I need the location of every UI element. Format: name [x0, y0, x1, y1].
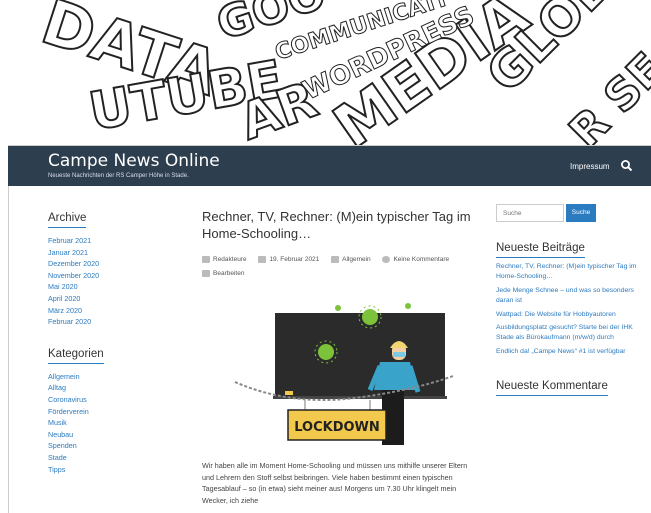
recent-posts-title: Neueste Beiträge [496, 242, 585, 258]
recent-post-item[interactable]: Wattpad: Die Website für Hobbyautoren [496, 310, 646, 320]
post-author[interactable]: Redakteure [202, 255, 247, 263]
search-input[interactable] [496, 204, 564, 222]
archive-item[interactable]: Februar 2021 [48, 235, 158, 247]
post-comments[interactable]: Keine Kommentare [382, 255, 449, 263]
right-sidebar: Suche Neueste Beiträge Rechner, TV, Rech… [496, 204, 646, 400]
post-title[interactable]: Rechner, TV, Rechner: (M)ein typischer T… [202, 208, 474, 242]
archive-item[interactable]: Dezember 2020 [48, 258, 158, 270]
search-icon[interactable] [620, 159, 634, 173]
post-edit-text[interactable]: Bearbeiten [213, 270, 244, 277]
post-category[interactable]: Allgemein [331, 255, 371, 263]
search-button[interactable]: Suche [566, 204, 596, 222]
banner-word-se: R SE [560, 43, 651, 146]
archive-item[interactable]: Mai 2020 [48, 281, 158, 293]
category-item[interactable]: Spenden [48, 440, 158, 452]
post-author-name[interactable]: Redakteure [213, 256, 247, 263]
calendar-icon [258, 255, 267, 263]
categories-list: Allgemein Alltag Coronavirus Förderverei… [48, 371, 158, 475]
category-item[interactable]: Tipps [48, 464, 158, 476]
nav-impressum-link[interactable]: Impressum [570, 162, 610, 171]
archive-title: Archive [48, 212, 87, 228]
post-featured-image: LOCKDOWN [230, 300, 460, 465]
site-description: Neueste Nachrichten der RS Camper Höhe i… [48, 173, 189, 179]
user-icon [202, 255, 210, 263]
recent-posts-list: Rechner, TV, Rechner: (M)ein typischer T… [496, 262, 646, 357]
main-content: Rechner, TV, Rechner: (M)ein typischer T… [202, 208, 474, 505]
post-excerpt: Wir haben alle im Moment Home-Schooling … [202, 461, 468, 505]
archive-item[interactable]: April 2020 [48, 293, 158, 305]
recent-post-item[interactable]: Rechner, TV, Rechner: (M)ein typischer T… [496, 262, 646, 283]
post-date-text[interactable]: 19. Februar 2021 [269, 256, 319, 263]
recent-comments-title: Neueste Kommentare [496, 380, 608, 397]
search-form: Suche [496, 204, 646, 222]
recent-post-item[interactable]: Jede Menge Schnee – und was so besonders… [496, 286, 646, 307]
archive-list: Februar 2021 Januar 2021 Dezember 2020 N… [48, 235, 158, 328]
category-item[interactable]: Neubau [48, 429, 158, 441]
category-item[interactable]: Allgemein [48, 371, 158, 383]
recent-post-item[interactable]: Endlich da! „Campe News“ #1 ist verfügba… [496, 347, 646, 357]
category-item[interactable]: Stade [48, 452, 158, 464]
header-banner-image: DATA GOO UTUBE AR MEDIA GLOB R SE COMMUN… [8, 0, 651, 146]
folder-icon [331, 255, 340, 263]
category-item[interactable]: Förderverein [48, 406, 158, 418]
category-item[interactable]: Musik [48, 417, 158, 429]
page-border [8, 186, 9, 513]
comment-icon [382, 255, 391, 263]
categories-title: Kategorien [48, 348, 104, 364]
site-title[interactable]: Campe News Online [48, 151, 220, 171]
archive-item[interactable]: Februar 2020 [48, 316, 158, 328]
pencil-icon [202, 269, 210, 277]
recent-post-item[interactable]: Ausbildungsplatz gesucht? Starte bei der… [496, 323, 646, 344]
archive-item[interactable]: März 2020 [48, 305, 158, 317]
post-edit[interactable]: Bearbeiten [202, 269, 244, 277]
category-item[interactable]: Coronavirus [48, 394, 158, 406]
left-sidebar: Archive Februar 2021 Januar 2021 Dezembe… [48, 208, 158, 475]
site-header-bar: Campe News Online Neueste Nachrichten de… [8, 146, 651, 186]
lockdown-sign-text: LOCKDOWN [294, 420, 380, 435]
archive-item[interactable]: Januar 2021 [48, 247, 158, 259]
post-meta: Redakteure 19. Februar 2021 Allgemein Ke… [202, 253, 474, 281]
post-date[interactable]: 19. Februar 2021 [258, 255, 319, 263]
post-category-text[interactable]: Allgemein [342, 256, 371, 263]
archive-item[interactable]: November 2020 [48, 270, 158, 282]
category-item[interactable]: Alltag [48, 382, 158, 394]
post-comments-text[interactable]: Keine Kommentare [393, 256, 449, 263]
